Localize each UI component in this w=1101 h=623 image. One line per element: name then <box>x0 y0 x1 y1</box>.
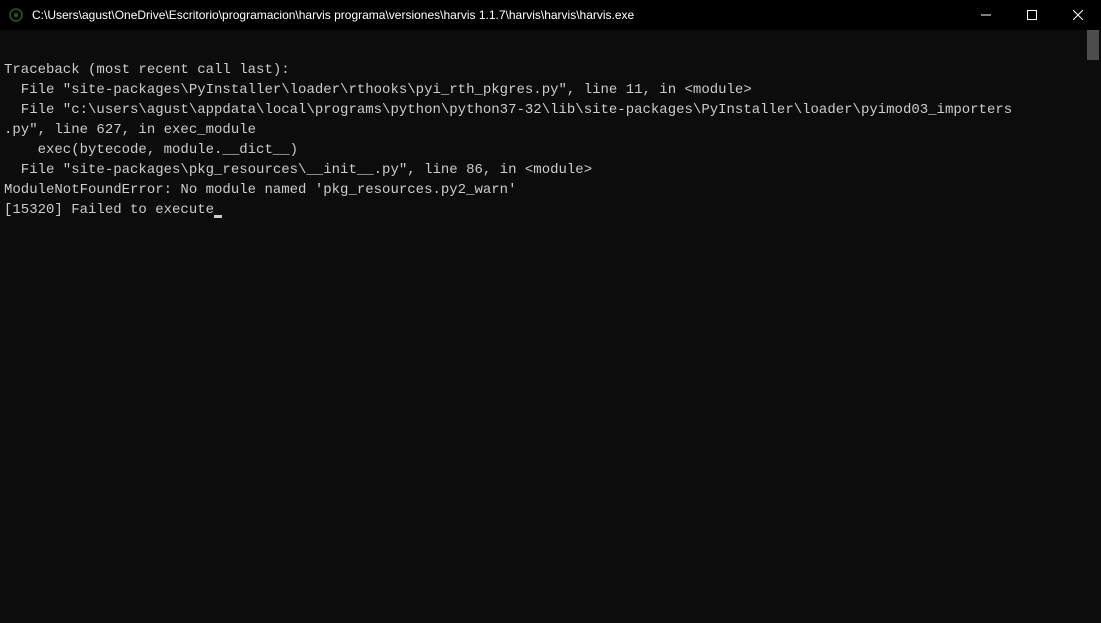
terminal-cursor <box>214 215 222 218</box>
close-button[interactable] <box>1055 0 1101 30</box>
window-title: C:\Users\agust\OneDrive\Escritorio\progr… <box>32 8 634 22</box>
window-titlebar: C:\Users\agust\OneDrive\Escritorio\progr… <box>0 0 1101 30</box>
terminal-line: File "c:\users\agust\appdata\local\progr… <box>4 102 1012 118</box>
terminal-line: ModuleNotFoundError: No module named 'pk… <box>4 182 516 198</box>
scrollbar-thumb[interactable] <box>1087 30 1099 60</box>
terminal-line: [15320] Failed to execute <box>4 202 214 218</box>
minimize-button[interactable] <box>963 0 1009 30</box>
terminal-output: Traceback (most recent call last): File … <box>0 30 1101 224</box>
titlebar-left: C:\Users\agust\OneDrive\Escritorio\progr… <box>8 7 634 23</box>
window-controls <box>963 0 1101 30</box>
terminal-line: File "site-packages\pkg_resources\__init… <box>4 162 592 178</box>
scrollbar-track[interactable] <box>1085 30 1101 623</box>
terminal-line: .py", line 627, in exec_module <box>4 122 256 138</box>
maximize-button[interactable] <box>1009 0 1055 30</box>
terminal-line: File "site-packages\PyInstaller\loader\r… <box>4 82 752 98</box>
app-icon <box>8 7 24 23</box>
terminal-line: Traceback (most recent call last): <box>4 62 290 78</box>
terminal-line: exec(bytecode, module.__dict__) <box>4 142 298 158</box>
